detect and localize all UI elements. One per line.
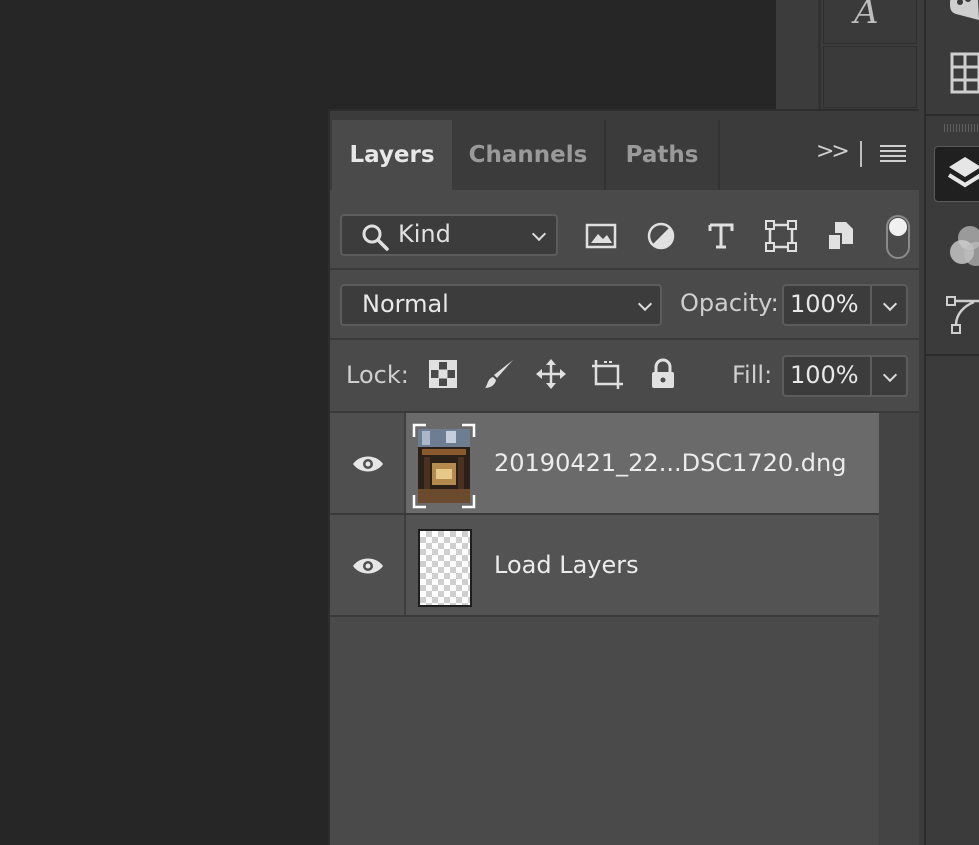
adjustment-filter-icon[interactable] <box>644 219 678 253</box>
tab-layers[interactable]: Layers <box>332 120 452 190</box>
toggle-knob <box>889 218 907 236</box>
expand-panels-icon[interactable]: >> <box>816 139 850 164</box>
chevron-down-icon[interactable] <box>882 296 898 312</box>
panel-tab-bar: Layers Channels Paths >> <box>330 111 919 190</box>
lock-image-pixels-brush-icon[interactable] <box>482 357 516 391</box>
layer-name[interactable]: Load Layers <box>494 551 639 579</box>
layer-thumbnail-transparent[interactable] <box>418 529 472 607</box>
tab-channels[interactable]: Channels <box>452 120 606 190</box>
layer-name[interactable]: 20190421_22...DSC1720.dng <box>494 449 846 477</box>
palette-icon[interactable] <box>946 0 979 20</box>
fill-label: Fill: <box>732 361 773 389</box>
shape-filter-icon[interactable] <box>764 219 798 253</box>
opacity-value: 100% <box>790 290 859 318</box>
panel-scroll-gutter[interactable] <box>879 413 919 845</box>
layers-panel: Layers Channels Paths >> Kind Normal Opa… <box>328 109 919 845</box>
eye-icon <box>353 456 383 472</box>
filter-kind-select[interactable]: Kind <box>340 214 558 256</box>
filter-kind-label: Kind <box>398 220 451 248</box>
visibility-toggle[interactable] <box>330 413 406 513</box>
layer-thumbnail[interactable] <box>412 423 476 509</box>
type-filter-icon[interactable] <box>704 219 738 253</box>
layers-stack-icon <box>947 157 979 188</box>
image-filter-icon[interactable] <box>584 219 618 253</box>
row-divider <box>330 268 919 270</box>
search-icon <box>362 224 389 251</box>
blend-mode-value: Normal <box>362 290 449 318</box>
panel-menu-icon[interactable] <box>880 145 906 165</box>
field-divider <box>870 286 872 324</box>
layer-row[interactable]: Load Layers <box>330 515 879 617</box>
character-icon: A <box>854 0 879 32</box>
fill-value: 100% <box>790 361 859 389</box>
opacity-field[interactable]: 100% <box>782 284 908 326</box>
photo-thumbnail-icon <box>412 423 476 509</box>
blend-mode-select[interactable]: Normal <box>340 284 662 326</box>
fill-field[interactable]: 100% <box>782 355 908 397</box>
filter-toggle-switch[interactable] <box>886 215 910 259</box>
right-bar-divider-2 <box>924 354 979 356</box>
right-bar-grip[interactable] <box>944 124 979 132</box>
lock-position-move-icon[interactable] <box>534 357 568 391</box>
chevron-down-icon <box>637 296 653 312</box>
right-bar-divider <box>924 114 979 116</box>
lock-all-padlock-icon[interactable] <box>646 357 680 391</box>
chevron-down-icon[interactable] <box>882 367 898 383</box>
grid-icon[interactable] <box>950 52 979 94</box>
dock-empty-button[interactable] <box>823 46 917 108</box>
field-divider <box>870 357 872 395</box>
chevron-down-icon <box>531 226 547 242</box>
channels-icon[interactable] <box>948 222 979 268</box>
row-divider <box>330 338 919 340</box>
lock-label: Lock: <box>346 361 409 389</box>
visibility-toggle[interactable] <box>330 515 406 615</box>
dock-separator <box>818 0 821 110</box>
opacity-label: Opacity: <box>680 289 779 317</box>
lock-artboard-icon[interactable] <box>590 357 624 391</box>
lock-transparent-pixels-icon[interactable] <box>426 357 460 391</box>
layers-panel-toggle[interactable] <box>934 146 979 202</box>
tab-divider <box>860 141 862 167</box>
tab-paths[interactable]: Paths <box>606 120 720 190</box>
paths-icon[interactable] <box>944 294 979 336</box>
layer-row[interactable]: 20190421_22...DSC1720.dng <box>330 413 879 515</box>
smart-object-filter-icon[interactable] <box>824 219 858 253</box>
eye-icon <box>353 558 383 574</box>
